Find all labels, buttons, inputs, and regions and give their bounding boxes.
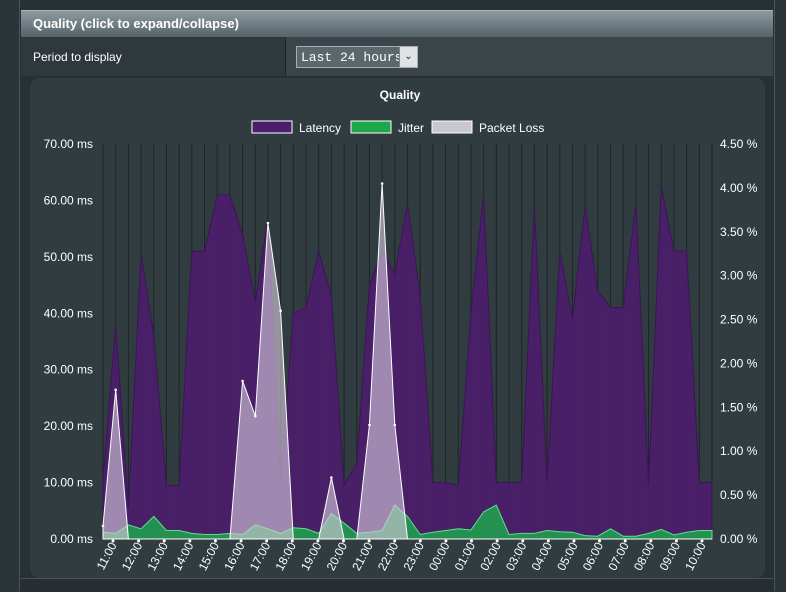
x-tick-label: 05:00 bbox=[554, 540, 581, 573]
y-left-tick-label: 70.00 ms bbox=[44, 137, 93, 151]
x-tick-mark bbox=[393, 539, 397, 543]
x-tick-label: 06:00 bbox=[580, 540, 607, 573]
x-tick-mark bbox=[316, 539, 320, 543]
x-tick-mark bbox=[572, 539, 576, 543]
x-tick-mark bbox=[674, 539, 678, 543]
x-tick-mark bbox=[521, 539, 525, 543]
x-tick-label: 12:00 bbox=[119, 540, 146, 573]
legend: Latency Jitter Packet Loss bbox=[251, 120, 544, 135]
y-left-tick-label: 20.00 ms bbox=[44, 419, 93, 433]
y-right-tick-label: 2.00 % bbox=[720, 356, 758, 370]
x-tick-mark bbox=[470, 539, 474, 543]
x-tick-label: 15:00 bbox=[196, 540, 223, 573]
y-left-tick-label: 40.00 ms bbox=[44, 306, 93, 320]
packet-loss-point bbox=[368, 423, 371, 427]
x-tick-mark bbox=[213, 539, 217, 543]
legend-swatch-packet-loss bbox=[431, 120, 473, 134]
legend-label-jitter: Jitter bbox=[398, 121, 424, 135]
packet-loss-point bbox=[393, 423, 397, 427]
x-tick-mark bbox=[598, 539, 602, 543]
y-right-tick-label: 0.50 % bbox=[720, 488, 758, 502]
x-tick-label: 04:00 bbox=[529, 540, 556, 573]
y-left-tick-label: 0.00 ms bbox=[50, 532, 93, 546]
legend-swatch-latency bbox=[251, 120, 293, 134]
packet-loss-point bbox=[101, 524, 105, 528]
x-tick-label: 18:00 bbox=[272, 540, 299, 573]
packet-loss-point bbox=[114, 388, 117, 392]
legend-label-latency: Latency bbox=[299, 121, 341, 135]
y-right-tick-label: 0.00 % bbox=[720, 532, 758, 546]
y-right-tick-label: 4.00 % bbox=[720, 181, 758, 195]
x-tick-label: 20:00 bbox=[324, 540, 351, 573]
x-tick-mark bbox=[137, 539, 141, 543]
x-tick-mark bbox=[341, 539, 345, 543]
y-right-tick-label: 3.50 % bbox=[720, 225, 758, 239]
x-tick-label: 03:00 bbox=[503, 540, 530, 573]
x-tick-label: 23:00 bbox=[400, 540, 427, 573]
x-tick-label: 07:00 bbox=[605, 540, 632, 573]
legend-swatch-jitter bbox=[350, 120, 392, 134]
x-tick-mark bbox=[239, 539, 243, 543]
y-left-tick-label: 30.00 ms bbox=[44, 363, 93, 377]
x-tick-label: 10:00 bbox=[682, 540, 709, 573]
packet-loss-point bbox=[266, 221, 270, 225]
series-area-latency bbox=[102, 186, 713, 540]
x-tick-mark bbox=[444, 539, 448, 543]
x-tick-mark bbox=[265, 539, 269, 543]
x-tick-label: 02:00 bbox=[477, 540, 504, 573]
packet-loss-point bbox=[380, 182, 384, 185]
y-right-tick-label: 4.50 % bbox=[720, 137, 758, 151]
y-left-tick-label: 60.00 ms bbox=[44, 193, 93, 207]
x-tick-label: 14:00 bbox=[170, 540, 197, 573]
y-left-tick-label: 10.00 ms bbox=[44, 476, 93, 490]
y-right-tick-label: 2.50 % bbox=[720, 313, 758, 327]
packet-loss-point bbox=[241, 379, 244, 383]
x-tick-label: 00:00 bbox=[426, 540, 453, 573]
x-tick-label: 16:00 bbox=[221, 540, 248, 573]
packet-loss-point bbox=[279, 309, 282, 313]
x-tick-mark bbox=[290, 539, 294, 543]
x-tick-mark bbox=[700, 539, 704, 543]
x-tick-mark bbox=[546, 539, 550, 543]
x-tick-mark bbox=[495, 539, 499, 543]
y-left-tick-label: 50.00 ms bbox=[44, 250, 93, 264]
chart-title: Quality bbox=[380, 88, 421, 102]
x-tick-label: 09:00 bbox=[657, 540, 684, 573]
x-tick-label: 22:00 bbox=[375, 540, 402, 573]
x-tick-mark bbox=[188, 539, 192, 543]
x-tick-label: 11:00 bbox=[94, 540, 120, 573]
x-tick-mark bbox=[162, 539, 166, 543]
x-tick-mark bbox=[649, 539, 653, 543]
quality-chart: 0.00 ms 10.00 ms 20.00 ms 30.00 ms 40.00 ms 5… bbox=[44, 88, 758, 573]
x-tick-label: 19:00 bbox=[298, 540, 325, 573]
x-tick-label: 17:00 bbox=[247, 540, 274, 573]
packet-loss-point bbox=[330, 476, 333, 479]
y-right-tick-label: 1.50 % bbox=[720, 400, 758, 414]
y-right-tick-label: 1.00 % bbox=[720, 444, 758, 458]
x-tick-mark bbox=[623, 539, 627, 543]
x-tick-label: 13:00 bbox=[144, 540, 171, 573]
x-tick-label: 21:00 bbox=[349, 540, 376, 573]
legend-label-packet-loss: Packet Loss bbox=[479, 121, 544, 135]
series-layer bbox=[102, 183, 713, 540]
x-tick-label: 01:00 bbox=[452, 540, 479, 573]
packet-loss-point bbox=[253, 414, 257, 418]
y-right-tick-label: 3.00 % bbox=[720, 269, 758, 283]
bottom-bar bbox=[21, 578, 773, 592]
x-tick-mark bbox=[367, 539, 371, 543]
x-tick-mark bbox=[418, 539, 422, 543]
x-tick-label: 08:00 bbox=[631, 540, 658, 573]
x-tick-mark bbox=[111, 539, 115, 543]
